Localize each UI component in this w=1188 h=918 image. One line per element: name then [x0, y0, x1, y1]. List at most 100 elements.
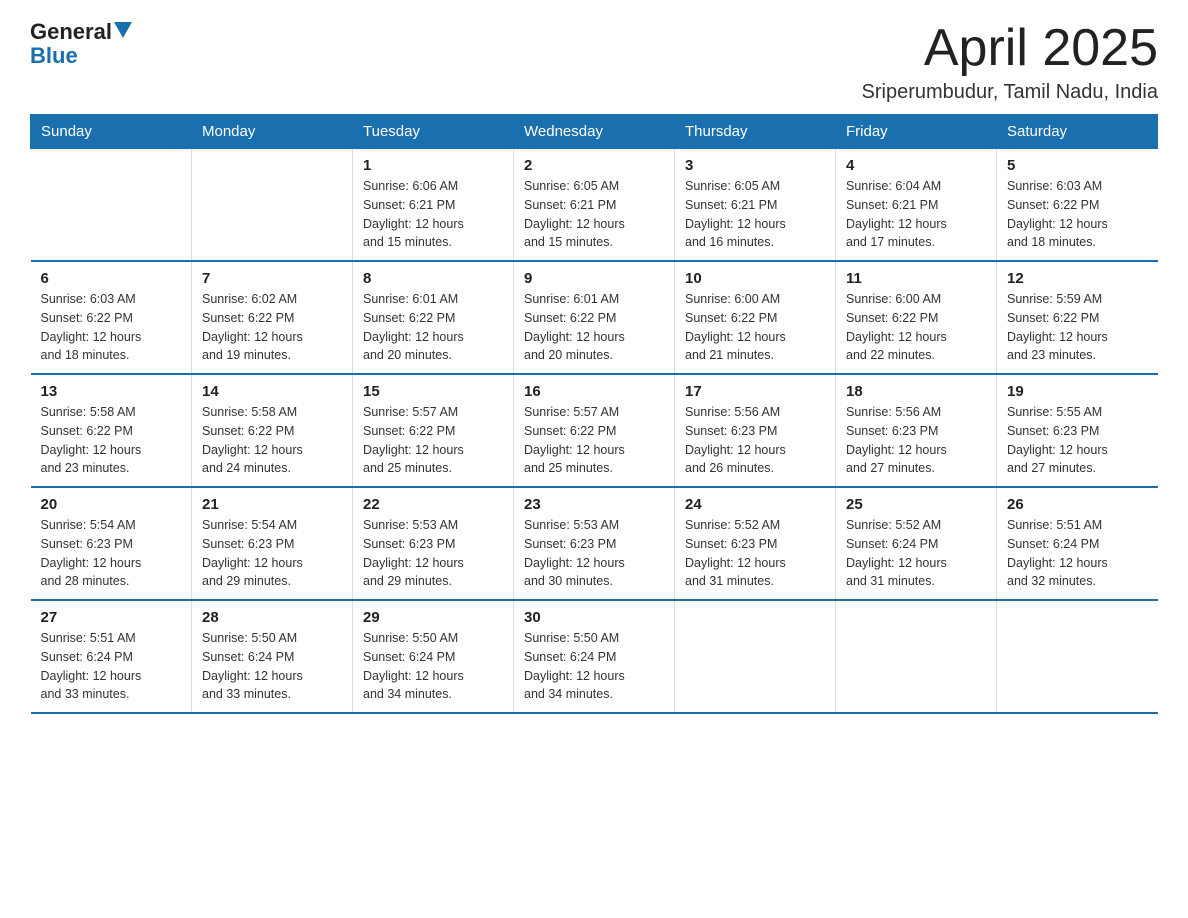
day-info: Sunrise: 6:00 AM Sunset: 6:22 PM Dayligh… [846, 290, 986, 365]
page-header: General Blue April 2025 Sriperumbudur, T… [30, 20, 1158, 104]
table-row: 2 Sunrise: 6:05 AM Sunset: 6:21 PM Daylig… [514, 149, 675, 262]
table-row: 10Sunrise: 6:00 AM Sunset: 6:22 PM Dayli… [675, 261, 836, 374]
day-number: 23 [524, 496, 664, 513]
table-row [31, 149, 192, 262]
day-number: 20 [41, 496, 182, 513]
table-row: 21 Sunrise: 5:54 AM Sunset: 6:23 PM Dayli… [192, 487, 353, 600]
day-number: 13 [41, 383, 182, 400]
day-info: Sunrise: 6:01 AM Sunset: 6:22 PM Dayligh… [524, 290, 664, 365]
day-info: Sunrise: 5:57 AM Sunset: 6:22 PM Dayligh… [363, 403, 503, 478]
location-subtitle: Sriperumbudur, Tamil Nadu, India [862, 81, 1158, 104]
day-info: Sunrise: 5:56 AM Sunset: 6:23 PM Dayligh… [846, 403, 986, 478]
day-info: Sunrise: 5:52 AM Sunset: 6:24 PM Dayligh… [846, 516, 986, 591]
day-number: 25 [846, 496, 986, 513]
table-row: 12 Sunrise: 5:59 AM Sunset: 6:22 PM Dayli… [997, 261, 1158, 374]
day-info: Sunrise: 5:58 AM Sunset: 6:22 PM Dayligh… [202, 403, 342, 478]
calendar-week-row: 20 Sunrise: 5:54 AM Sunset: 6:23 PM Dayli… [31, 487, 1158, 600]
day-number: 17 [685, 383, 825, 400]
table-row: 14 Sunrise: 5:58 AM Sunset: 6:22 PM Dayli… [192, 374, 353, 487]
logo-text-blue: Blue [30, 44, 78, 68]
day-number: 6 [41, 270, 182, 287]
day-number: 3 [685, 157, 825, 174]
day-number: 5 [1007, 157, 1148, 174]
logo-triangle-icon [114, 22, 132, 38]
header-monday: Monday [192, 115, 353, 149]
day-info: Sunrise: 5:59 AM Sunset: 6:22 PM Dayligh… [1007, 290, 1148, 365]
table-row: 27 Sunrise: 5:51 AM Sunset: 6:24 PM Dayli… [31, 600, 192, 713]
calendar-week-row: 13 Sunrise: 5:58 AM Sunset: 6:22 PM Dayli… [31, 374, 1158, 487]
table-row [675, 600, 836, 713]
day-number: 2 [524, 157, 664, 174]
day-info: Sunrise: 6:05 AM Sunset: 6:21 PM Dayligh… [524, 177, 664, 252]
table-row: 30 Sunrise: 5:50 AM Sunset: 6:24 PM Dayli… [514, 600, 675, 713]
table-row [836, 600, 997, 713]
day-number: 14 [202, 383, 342, 400]
day-number: 26 [1007, 496, 1148, 513]
day-info: Sunrise: 6:02 AM Sunset: 6:22 PM Dayligh… [202, 290, 342, 365]
day-info: Sunrise: 6:04 AM Sunset: 6:21 PM Dayligh… [846, 177, 986, 252]
day-info: Sunrise: 5:54 AM Sunset: 6:23 PM Dayligh… [202, 516, 342, 591]
day-number: 27 [41, 609, 182, 626]
day-info: Sunrise: 5:53 AM Sunset: 6:23 PM Dayligh… [363, 516, 503, 591]
calendar-table: Sunday Monday Tuesday Wednesday Thursday… [30, 114, 1158, 714]
day-number: 28 [202, 609, 342, 626]
table-row: 11 Sunrise: 6:00 AM Sunset: 6:22 PM Dayli… [836, 261, 997, 374]
day-info: Sunrise: 5:50 AM Sunset: 6:24 PM Dayligh… [363, 629, 503, 704]
table-row: 5 Sunrise: 6:03 AM Sunset: 6:22 PM Daylig… [997, 149, 1158, 262]
table-row: 1 Sunrise: 6:06 AM Sunset: 6:21 PM Daylig… [353, 149, 514, 262]
day-number: 30 [524, 609, 664, 626]
day-number: 1 [363, 157, 503, 174]
logo-text-general: General [30, 20, 112, 44]
calendar-week-row: 1 Sunrise: 6:06 AM Sunset: 6:21 PM Daylig… [31, 149, 1158, 262]
table-row: 8Sunrise: 6:01 AM Sunset: 6:22 PM Daylig… [353, 261, 514, 374]
day-number: 12 [1007, 270, 1148, 287]
header-tuesday: Tuesday [353, 115, 514, 149]
day-number: 21 [202, 496, 342, 513]
table-row: 25 Sunrise: 5:52 AM Sunset: 6:24 PM Dayli… [836, 487, 997, 600]
table-row: 13 Sunrise: 5:58 AM Sunset: 6:22 PM Dayli… [31, 374, 192, 487]
day-info: Sunrise: 5:55 AM Sunset: 6:23 PM Dayligh… [1007, 403, 1148, 478]
day-number: 29 [363, 609, 503, 626]
day-info: Sunrise: 6:03 AM Sunset: 6:22 PM Dayligh… [41, 290, 182, 365]
day-info: Sunrise: 6:01 AM Sunset: 6:22 PM Dayligh… [363, 290, 503, 365]
table-row: 19 Sunrise: 5:55 AM Sunset: 6:23 PM Dayli… [997, 374, 1158, 487]
header-friday: Friday [836, 115, 997, 149]
table-row: 9Sunrise: 6:01 AM Sunset: 6:22 PM Daylig… [514, 261, 675, 374]
table-row [997, 600, 1158, 713]
logo: General Blue [30, 20, 132, 68]
day-info: Sunrise: 6:05 AM Sunset: 6:21 PM Dayligh… [685, 177, 825, 252]
calendar-week-row: 6 Sunrise: 6:03 AM Sunset: 6:22 PM Daylig… [31, 261, 1158, 374]
day-number: 15 [363, 383, 503, 400]
day-number: 22 [363, 496, 503, 513]
day-number: 11 [846, 270, 986, 287]
table-row: 23 Sunrise: 5:53 AM Sunset: 6:23 PM Dayli… [514, 487, 675, 600]
day-info: Sunrise: 6:03 AM Sunset: 6:22 PM Dayligh… [1007, 177, 1148, 252]
day-number: 10 [685, 270, 825, 287]
table-row: 3 Sunrise: 6:05 AM Sunset: 6:21 PM Daylig… [675, 149, 836, 262]
day-info: Sunrise: 5:56 AM Sunset: 6:23 PM Dayligh… [685, 403, 825, 478]
day-info: Sunrise: 5:53 AM Sunset: 6:23 PM Dayligh… [524, 516, 664, 591]
table-row: 7 Sunrise: 6:02 AM Sunset: 6:22 PM Daylig… [192, 261, 353, 374]
weekday-header-row: Sunday Monday Tuesday Wednesday Thursday… [31, 115, 1158, 149]
day-info: Sunrise: 5:50 AM Sunset: 6:24 PM Dayligh… [202, 629, 342, 704]
table-row: 20Sunrise: 5:54 AM Sunset: 6:23 PM Dayli… [31, 487, 192, 600]
day-info: Sunrise: 5:51 AM Sunset: 6:24 PM Dayligh… [41, 629, 182, 704]
table-row [192, 149, 353, 262]
month-year-title: April 2025 [862, 20, 1158, 77]
table-row: 22 Sunrise: 5:53 AM Sunset: 6:23 PM Dayli… [353, 487, 514, 600]
table-row: 18Sunrise: 5:56 AM Sunset: 6:23 PM Dayli… [836, 374, 997, 487]
title-block: April 2025 Sriperumbudur, Tamil Nadu, In… [862, 20, 1158, 104]
header-sunday: Sunday [31, 115, 192, 149]
day-info: Sunrise: 6:06 AM Sunset: 6:21 PM Dayligh… [363, 177, 503, 252]
day-number: 19 [1007, 383, 1148, 400]
header-thursday: Thursday [675, 115, 836, 149]
day-number: 7 [202, 270, 342, 287]
calendar-week-row: 27 Sunrise: 5:51 AM Sunset: 6:24 PM Dayli… [31, 600, 1158, 713]
day-info: Sunrise: 5:58 AM Sunset: 6:22 PM Dayligh… [41, 403, 182, 478]
table-row: 24Sunrise: 5:52 AM Sunset: 6:23 PM Dayli… [675, 487, 836, 600]
day-info: Sunrise: 5:50 AM Sunset: 6:24 PM Dayligh… [524, 629, 664, 704]
table-row: 28 Sunrise: 5:50 AM Sunset: 6:24 PM Dayli… [192, 600, 353, 713]
table-row: 26Sunrise: 5:51 AM Sunset: 6:24 PM Dayli… [997, 487, 1158, 600]
table-row: 17 Sunrise: 5:56 AM Sunset: 6:23 PM Dayli… [675, 374, 836, 487]
day-info: Sunrise: 5:52 AM Sunset: 6:23 PM Dayligh… [685, 516, 825, 591]
